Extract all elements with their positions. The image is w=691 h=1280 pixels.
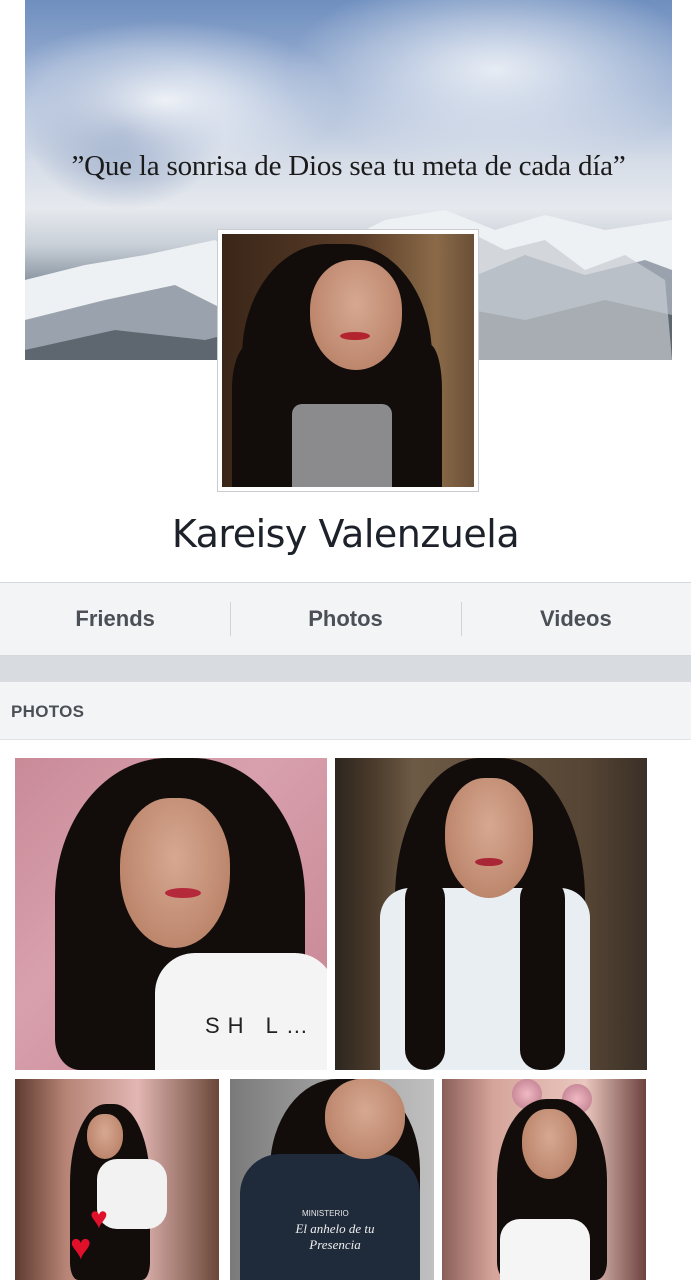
photo-shirt-text: SH L…: [205, 1013, 316, 1038]
photos-heading: PHOTOS: [11, 702, 85, 721]
profile-tabs: Friends Photos Videos: [0, 582, 691, 656]
tab-friends[interactable]: Friends: [0, 606, 230, 632]
tab-videos[interactable]: Videos: [460, 602, 691, 636]
photo-thumbnail[interactable]: MINISTERIO El anhelo de tu Presencia: [230, 1079, 434, 1280]
cloud: [285, 0, 672, 170]
photo-thumbnail[interactable]: SH L…: [15, 758, 327, 1070]
photos-section-header: PHOTOS: [0, 682, 691, 740]
photo-thumbnail[interactable]: [442, 1079, 646, 1280]
avatar: [222, 234, 474, 487]
photo-thumbnail[interactable]: ♥ ♥: [15, 1079, 219, 1280]
photo-shirt-script: El anhelo de tu Presencia: [295, 1221, 375, 1252]
photo-thumbnail[interactable]: [335, 758, 647, 1070]
tab-photos[interactable]: Photos: [230, 602, 460, 636]
profile-picture[interactable]: [217, 229, 479, 492]
heart-icon: ♥: [70, 1226, 92, 1267]
cover-quote: ”Que la sonrisa de Dios sea tu meta de c…: [71, 150, 626, 182]
heart-icon: ♥: [90, 1202, 108, 1235]
photo-shirt-text: MINISTERIO: [302, 1209, 349, 1218]
profile-name: Kareisy Valenzuela: [171, 512, 520, 556]
section-divider: [0, 656, 691, 682]
